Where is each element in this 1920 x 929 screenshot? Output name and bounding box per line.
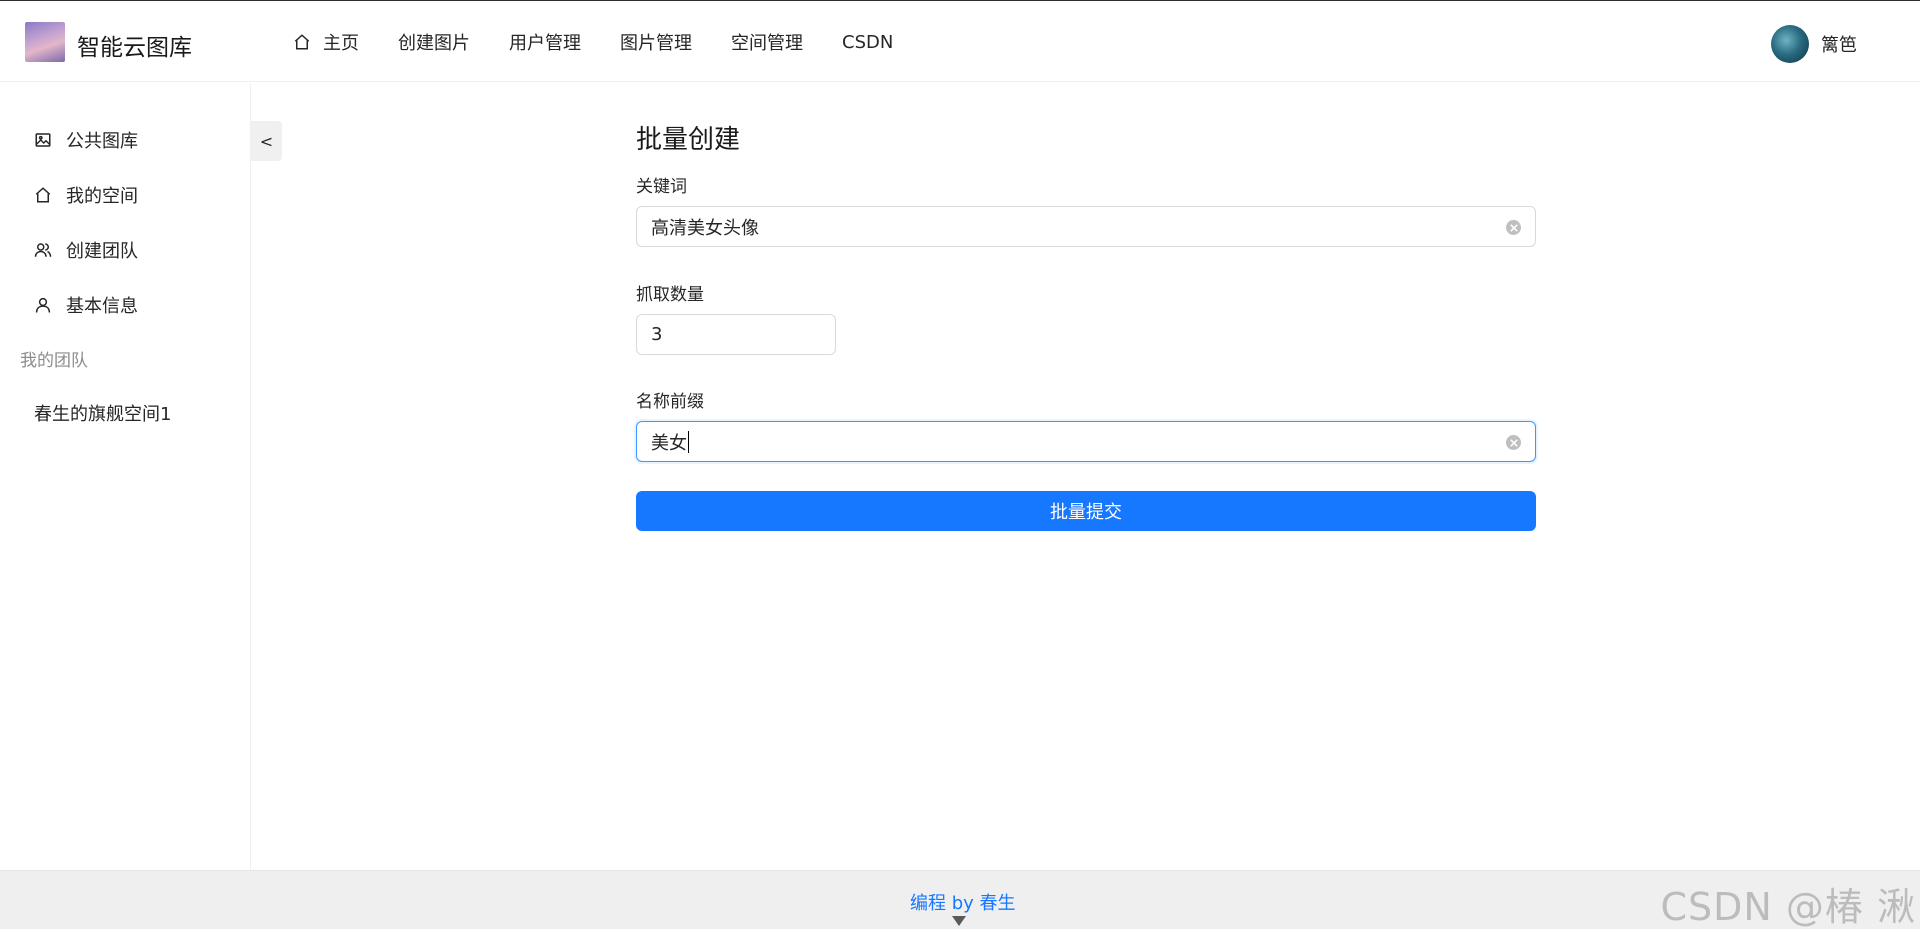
team-icon [34, 241, 52, 259]
nav-item-label: 图片管理 [620, 33, 692, 54]
prefix-input[interactable]: 美女 [636, 421, 1536, 462]
nav-item-csdn[interactable]: CSDN [842, 2, 893, 82]
app-title[interactable]: 智能云图库 [77, 28, 192, 62]
app-logo[interactable] [25, 22, 65, 62]
nav-item-label: 空间管理 [731, 33, 803, 54]
chevron-down-icon[interactable] [948, 915, 970, 929]
sidebar-item-label: 我的空间 [66, 186, 138, 207]
sidebar-item-label: 公共图库 [66, 131, 138, 152]
nav-item-label: 创建图片 [398, 33, 470, 54]
prefix-input-value: 美女 [651, 432, 687, 454]
home-icon [293, 33, 311, 51]
count-label: 抓取数量 [636, 285, 704, 305]
page-title: 批量创建 [636, 125, 741, 155]
sidebar-collapse-button[interactable]: < [251, 121, 282, 161]
prefix-label: 名称前缀 [636, 392, 704, 412]
top-header: 智能云图库 主页 创建图片 用户管理 图片管理 空间管理 CSDN 篱笆 [0, 2, 1920, 82]
clear-icon[interactable] [1506, 220, 1521, 235]
user-menu[interactable]: 篱笆 [1771, 25, 1857, 63]
picture-icon [34, 131, 52, 149]
avatar[interactable] [1771, 25, 1809, 63]
nav-item-create-image[interactable]: 创建图片 [398, 2, 470, 82]
count-input[interactable]: 3 [636, 314, 836, 355]
batch-submit-button[interactable]: 批量提交 [636, 491, 1536, 531]
sidebar-item-basic-info[interactable]: 基本信息 [34, 292, 138, 318]
nav-item-user-management[interactable]: 用户管理 [509, 2, 581, 82]
keyword-input-value: 高清美女头像 [651, 217, 759, 239]
sidebar-group-title: 我的团队 [20, 351, 88, 371]
count-input-value: 3 [651, 324, 663, 345]
nav-item-label: 用户管理 [509, 33, 581, 54]
sidebar-item-public-gallery[interactable]: 公共图库 [34, 127, 138, 153]
user-icon [34, 296, 52, 314]
footer-link[interactable]: 编程 by 春生 [910, 889, 1016, 915]
nav-item-space-management[interactable]: 空间管理 [731, 2, 803, 82]
top-nav: 主页 创建图片 用户管理 图片管理 空间管理 CSDN [293, 2, 932, 82]
sidebar-item-label: 春生的旗舰空间1 [34, 404, 172, 425]
keyword-label: 关键词 [636, 177, 687, 197]
nav-item-image-management[interactable]: 图片管理 [620, 2, 692, 82]
text-caret [688, 430, 689, 453]
nav-item-label: 主页 [323, 33, 359, 54]
sidebar-item-my-space[interactable]: 我的空间 [34, 182, 138, 208]
home-icon [34, 186, 52, 204]
watermark: CSDN @椿 湫 [1660, 885, 1916, 929]
footer: 编程 by 春生 [0, 870, 1920, 929]
sidebar: 公共图库 我的空间 创建团队 基本信息 我的团队 春生的旗舰空间1 [0, 83, 251, 870]
sidebar-item-label: 基本信息 [66, 296, 138, 317]
nav-item-home[interactable]: 主页 [293, 2, 359, 82]
sidebar-item-create-team[interactable]: 创建团队 [34, 237, 138, 263]
clear-icon[interactable] [1506, 435, 1521, 450]
sidebar-item-label: 创建团队 [66, 241, 138, 262]
nav-item-label: CSDN [842, 31, 894, 53]
user-name[interactable]: 篱笆 [1821, 31, 1857, 57]
keyword-input[interactable]: 高清美女头像 [636, 206, 1536, 247]
sidebar-item-team-space[interactable]: 春生的旗舰空间1 [34, 400, 171, 426]
